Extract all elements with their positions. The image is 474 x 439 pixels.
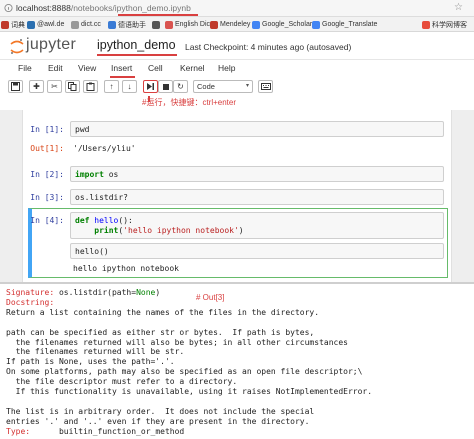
notebook-name-underline bbox=[97, 54, 177, 56]
bookmark-item[interactable]: @awl.de bbox=[27, 19, 64, 30]
menu-bar: File Edit View Insert Cell Kernel Help bbox=[0, 59, 474, 75]
bookmark-favicon-icon bbox=[108, 20, 116, 29]
menu-edit[interactable]: Edit bbox=[48, 63, 63, 73]
menu-insert[interactable]: Insert bbox=[111, 63, 132, 73]
bookmark-item[interactable]: Google_Translate bbox=[312, 19, 377, 30]
logo-text: jupyter bbox=[26, 36, 77, 53]
bookmark-item[interactable] bbox=[152, 19, 162, 30]
bookmark-favicon-icon bbox=[27, 20, 35, 29]
paste-button[interactable] bbox=[83, 80, 98, 93]
pager-annotation: # Out[3] bbox=[196, 293, 225, 302]
bookmark-star-icon[interactable]: ☆ bbox=[454, 2, 463, 13]
menu-file[interactable]: File bbox=[18, 63, 32, 73]
cell-in-prompt: In [2]: bbox=[30, 170, 64, 179]
restart-button[interactable]: ↻ bbox=[173, 80, 188, 93]
refresh-icon: ↻ bbox=[177, 82, 184, 91]
url-text[interactable]: localhost:8888/notebooks/ipython_demo.ip… bbox=[16, 3, 191, 13]
bookmark-item[interactable]: 词典 bbox=[1, 19, 25, 30]
browser-url-bar[interactable]: localhost:8888/notebooks/ipython_demo.ip… bbox=[0, 0, 474, 17]
code-cell-input[interactable]: pwd bbox=[70, 121, 444, 137]
command-palette-button[interactable] bbox=[258, 80, 273, 93]
bookmark-favicon-icon bbox=[1, 20, 9, 29]
notebook-name[interactable]: ipython_demo bbox=[97, 38, 176, 52]
save-icon bbox=[11, 82, 20, 91]
arrow-up-icon: ↑ bbox=[109, 82, 114, 91]
copy-button[interactable] bbox=[65, 80, 80, 93]
cell-in-prompt: In [1]: bbox=[30, 125, 64, 134]
move-down-button[interactable]: ↓ bbox=[122, 80, 137, 93]
url-path: /notebooks/ipython_demo.ipynb bbox=[70, 3, 191, 13]
pager-text: Signature: os.listdir(path=None) Docstri… bbox=[6, 288, 373, 436]
notebook-toolbar: ✚ ✂ ↑ ↓ ↻ Code ▾ bbox=[0, 78, 474, 96]
menu-help[interactable]: Help bbox=[218, 63, 235, 73]
jupyter-logo-icon bbox=[10, 39, 24, 54]
bookmarks-bar: 词典 @awl.de dict.cc 德语助手 English Dic Mend… bbox=[0, 17, 474, 32]
bookmark-item[interactable]: 德语助手 bbox=[108, 19, 146, 30]
bookmark-favicon-icon bbox=[152, 20, 160, 29]
stop-icon bbox=[162, 83, 169, 90]
bookmark-item[interactable]: 科学网博客 bbox=[422, 19, 467, 30]
code-cell-input[interactable]: hello() bbox=[70, 243, 444, 259]
cell-in-prompt: In [3]: bbox=[30, 193, 64, 202]
url-host: localhost:8888 bbox=[16, 3, 71, 13]
scissors-icon: ✂ bbox=[51, 82, 58, 91]
jupyter-logo[interactable]: jupyter bbox=[10, 36, 90, 58]
menu-view[interactable]: View bbox=[78, 63, 96, 73]
help-pager[interactable]: Signature: os.listdir(path=None) Docstri… bbox=[0, 282, 474, 439]
code-cell-input[interactable]: def hello(): print('hello ipython notebo… bbox=[70, 212, 444, 239]
bookmark-favicon-icon bbox=[422, 20, 430, 29]
clipboard-icon bbox=[86, 82, 95, 91]
bookmark-favicon-icon bbox=[71, 20, 79, 29]
bookmark-item[interactable]: Mendeley bbox=[210, 19, 250, 30]
copy-icon bbox=[68, 82, 77, 91]
run-shortcut-annotation: #运行，快捷键：ctrl+enter bbox=[142, 98, 237, 107]
bookmark-item[interactable]: Google_Scholar bbox=[252, 19, 312, 30]
cell-type-select[interactable]: Code ▾ bbox=[193, 80, 253, 93]
google-icon bbox=[312, 20, 320, 29]
cell-type-value: Code bbox=[197, 82, 215, 91]
cell-output: '/Users/yliu' bbox=[73, 144, 136, 153]
info-icon bbox=[4, 3, 13, 13]
url-highlight-underline bbox=[118, 14, 198, 16]
code-cell-input[interactable]: os.listdir? bbox=[70, 189, 444, 205]
step-forward-icon bbox=[147, 83, 154, 90]
arrow-down-icon: ↓ bbox=[127, 82, 132, 91]
cell-in-prompt: In [4]: bbox=[30, 216, 64, 225]
save-button[interactable] bbox=[8, 80, 23, 93]
plus-icon: ✚ bbox=[33, 82, 40, 91]
run-cell-button[interactable] bbox=[143, 80, 158, 93]
menu-kernel[interactable]: Kernel bbox=[180, 63, 205, 73]
menu-cell[interactable]: Cell bbox=[148, 63, 163, 73]
move-up-button[interactable]: ↑ bbox=[104, 80, 119, 93]
code-cell-input[interactable]: import os bbox=[70, 166, 444, 182]
cut-button[interactable]: ✂ bbox=[47, 80, 62, 93]
bookmark-item[interactable]: dict.cc bbox=[71, 19, 101, 30]
interrupt-button[interactable] bbox=[158, 80, 173, 93]
google-icon bbox=[252, 20, 260, 29]
keyboard-icon bbox=[260, 83, 271, 90]
bookmark-item[interactable]: English Dic bbox=[165, 19, 210, 30]
bookmark-favicon-icon bbox=[210, 20, 218, 29]
docstring-body: Return a list containing the names of th… bbox=[6, 307, 373, 426]
cell-out-prompt: Out[1]: bbox=[30, 144, 64, 153]
insert-cell-button[interactable]: ✚ bbox=[29, 80, 44, 93]
checkpoint-status: Last Checkpoint: 4 minutes ago (autosave… bbox=[185, 42, 352, 52]
bookmark-favicon-icon bbox=[165, 20, 173, 29]
chevron-down-icon: ▾ bbox=[245, 83, 249, 89]
cell-output: hello ipython notebook bbox=[73, 264, 179, 273]
